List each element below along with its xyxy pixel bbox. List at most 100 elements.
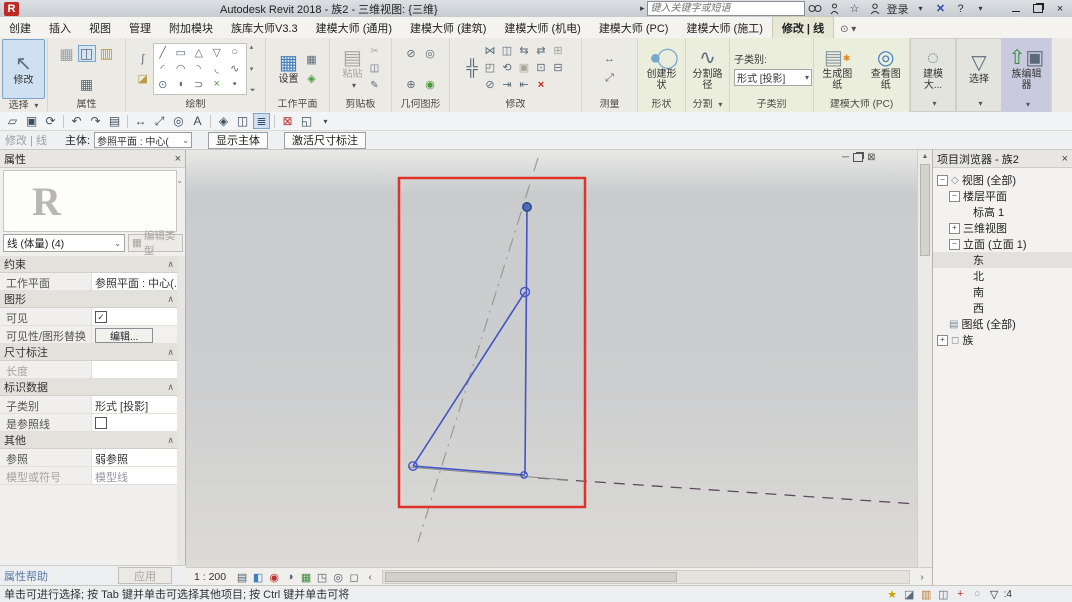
inscribed-polygon-tool[interactable]: △ — [191, 45, 207, 60]
exclude-options-icon[interactable]: ◫ — [935, 587, 952, 602]
tab-create[interactable]: 创建 — [0, 17, 40, 38]
selection-filter-button[interactable]: ▽ 选择 — [966, 51, 992, 86]
help-caret-icon[interactable]: ▾ — [973, 1, 989, 16]
collapse-icon[interactable]: − — [949, 191, 960, 202]
trim-tool[interactable]: ▣ — [516, 60, 532, 75]
vertical-scrollbar[interactable]: ▲ — [917, 150, 932, 568]
subscription-icon[interactable] — [827, 1, 843, 16]
properties-close-icon[interactable]: × — [175, 153, 181, 165]
family-parameters-icon[interactable]: ▦ — [79, 77, 95, 92]
tab-mm-pc[interactable]: 建模大师 (PC) — [590, 17, 678, 38]
section-dimensions[interactable]: 尺寸标注∧ — [0, 344, 178, 361]
link-icon[interactable]: ▥ — [918, 587, 935, 602]
edit-in-place-icon[interactable]: + — [952, 587, 969, 602]
drawing-area[interactable]: ─ ⊠ ▲ 1 : 200 ▤ ◧ ◉ ◑ ▦ ◳ ◎ ◻ ‹ › — [186, 150, 932, 585]
family-category-icon[interactable]: ▥ — [99, 46, 115, 61]
line-tool[interactable]: ╱ — [155, 45, 171, 60]
default-3d-view-icon[interactable]: ◈ — [215, 113, 232, 129]
activate-dimensions-button[interactable]: 激活尺寸标注 — [284, 132, 366, 149]
edit-type-button[interactable]: ▦编辑类型 — [128, 234, 183, 252]
mirror-draw-tool[interactable]: ⇄ — [533, 43, 549, 58]
pin-tool[interactable]: ⇥ — [499, 77, 515, 92]
properties-scrollbar[interactable] — [177, 256, 185, 566]
section-identity-data[interactable]: 标识数据∧ — [0, 379, 178, 396]
tab-manage[interactable]: 管理 — [120, 17, 160, 38]
aligned-dimension-tool[interactable]: ⤢ — [602, 71, 618, 86]
copy-icon[interactable]: ◫ — [368, 61, 382, 76]
worksets-icon[interactable]: ★ — [884, 587, 901, 602]
tree-item-west[interactable]: 西 — [933, 300, 1072, 316]
help-icon[interactable]: ? — [953, 1, 969, 16]
match-properties-icon[interactable]: ✎ — [368, 78, 382, 93]
customize-qat-icon[interactable]: ▾ — [317, 113, 334, 129]
split-tool[interactable]: ⊡ — [533, 60, 549, 75]
help-search-input[interactable] — [647, 1, 805, 16]
properties-header[interactable]: 属性 × — [0, 150, 185, 168]
host-dropdown[interactable]: 参照平面 : 中心(⌄ — [94, 132, 192, 148]
tree-item-north[interactable]: 北 — [933, 268, 1072, 284]
thin-lines-icon[interactable]: ≣ — [253, 113, 270, 129]
collapse-icon[interactable]: − — [949, 239, 960, 250]
open-icon[interactable]: ▱ — [4, 113, 21, 129]
show-workplane-icon[interactable]: ▦ — [304, 52, 320, 67]
design-options-icon[interactable]: ◪ — [901, 587, 918, 602]
scroll-up-arrow[interactable]: ▲ — [918, 150, 932, 163]
is-reference-line-checkbox[interactable] — [95, 417, 107, 429]
sync-with-central-icon[interactable]: ⟳ — [42, 113, 59, 129]
circumscribed-polygon-tool[interactable]: ▽ — [209, 45, 225, 60]
tab-mm-general[interactable]: 建模大师 (通用) — [307, 17, 401, 38]
restore-button[interactable] — [1028, 1, 1048, 16]
extend-tool[interactable]: ⊞ — [550, 43, 566, 58]
expand-icon[interactable]: + — [937, 335, 948, 346]
subcategory-dropdown[interactable]: 形式 [投影]▾ — [734, 69, 812, 86]
tangent-arc-tool[interactable]: ◝ — [191, 61, 207, 76]
center-ends-arc-tool[interactable]: ◠ — [173, 61, 189, 76]
spline-by-points-icon[interactable]: ʃ — [135, 52, 151, 67]
tree-item-floor-plans[interactable]: − 楼层平面 — [933, 188, 1072, 204]
offset-tool[interactable]: ◫ — [499, 43, 515, 58]
align-tool[interactable]: ⋈ — [482, 43, 498, 58]
panel-label-select[interactable]: 选择 ▾ — [0, 100, 47, 112]
tree-item-elevations[interactable]: − 立面 (立面 1) — [933, 236, 1072, 252]
family-editor-button[interactable]: ⇧▣ 族编辑器 — [1004, 46, 1049, 92]
scroll-down-icon[interactable]: ▾ — [250, 65, 256, 73]
reveal-hidden-elements-icon[interactable]: ◻ — [346, 570, 362, 585]
properties-help-link[interactable]: 属性帮助 — [4, 568, 48, 584]
login-caret-icon[interactable]: ▾ — [913, 1, 929, 16]
set-workplane-button[interactable]: ▦ 设置 — [276, 51, 302, 86]
collapse-icon[interactable]: − — [937, 175, 948, 186]
print-icon[interactable]: ▤ — [106, 113, 123, 129]
save-icon[interactable]: ▣ — [23, 113, 40, 129]
type-selector-dropdown[interactable]: 线 (体量) (4)⌄ — [3, 234, 125, 252]
close-hidden-windows-icon[interactable]: ⊠ — [279, 113, 296, 129]
workplane-viewer-icon[interactable]: ◈ — [304, 71, 320, 86]
panel-label-family-editor[interactable]: ▾ — [1002, 99, 1051, 112]
draw-palette-scroll[interactable]: ▴ ▾ ⏷ — [249, 42, 257, 96]
selection-filter-icon[interactable]: ▽ — [986, 587, 1003, 602]
tree-item-east[interactable]: 东 — [933, 252, 1072, 268]
project-browser-header[interactable]: 项目浏览器 - 族2 × — [933, 150, 1072, 168]
scale-tool[interactable]: ⊘ — [482, 77, 498, 92]
horizontal-scroll-thumb[interactable] — [385, 572, 677, 582]
panel-label-select-tool[interactable]: ▾ — [957, 98, 1001, 111]
edit-overrides-button[interactable]: 编辑... — [95, 328, 153, 343]
visible-checkbox[interactable]: ✓ — [95, 311, 107, 323]
search-icon[interactable] — [807, 1, 823, 16]
horizontal-scrollbar[interactable] — [382, 570, 910, 584]
view-sheet-button[interactable]: ◎ 查看图纸 — [865, 46, 908, 92]
expand-icon[interactable]: ⏷ — [250, 87, 256, 95]
measure-icon[interactable]: ↔ — [132, 113, 149, 129]
divide-path-button[interactable]: ∿ 分割路径 — [688, 46, 727, 92]
view-minimize-icon[interactable]: ─ — [842, 152, 849, 163]
rotate-tool[interactable]: ⟲ — [499, 60, 515, 75]
view-close-icon[interactable]: ⊠ — [867, 152, 875, 163]
join-geometry-icon[interactable]: ◎ — [422, 46, 438, 61]
mm-tools-button[interactable]: ◌ 建模大... — [913, 46, 953, 92]
tree-item-views-root[interactable]: − ◇ 视图 (全部) — [933, 172, 1072, 188]
scroll-left-arrow[interactable]: ‹ — [362, 570, 378, 585]
delete-tool[interactable]: × — [533, 77, 549, 92]
tree-item-families[interactable]: + ◻ 族 — [933, 332, 1072, 348]
scroll-up-icon[interactable]: ▴ — [250, 43, 256, 51]
measure-tool[interactable]: ↔ — [602, 51, 618, 66]
tab-family-master[interactable]: 族库大师V3.3 — [222, 17, 307, 38]
